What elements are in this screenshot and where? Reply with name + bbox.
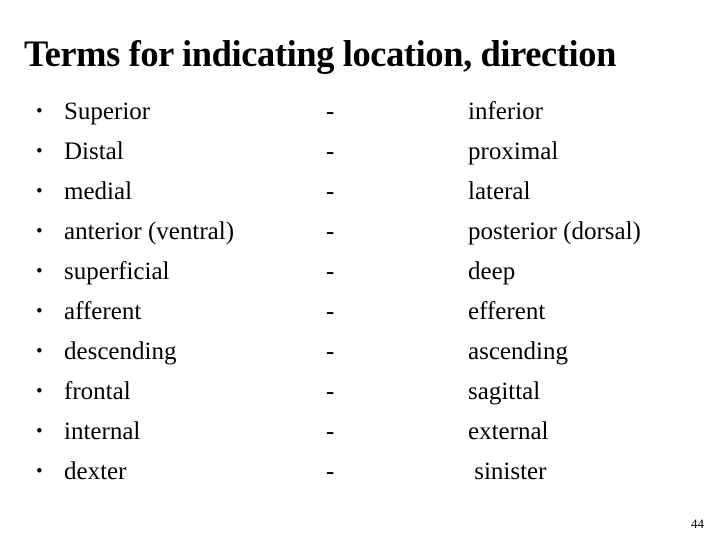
list-item: • dexter - sinister xyxy=(0,452,720,492)
list-item: • afferent - efferent xyxy=(0,292,720,332)
term-separator: - xyxy=(326,418,335,445)
list-item: • descending - ascending xyxy=(0,332,720,372)
bullet-icon: • xyxy=(36,381,43,402)
bullet-icon: • xyxy=(36,181,43,202)
term-left: frontal xyxy=(64,378,131,405)
page-number: 44 xyxy=(691,516,704,531)
term-separator: - xyxy=(326,298,335,325)
list-item: • internal - external xyxy=(0,412,720,452)
term-separator: - xyxy=(326,178,335,205)
list-item: • superficial - deep xyxy=(0,252,720,292)
list-item: • anterior (ventral) - posterior (dorsal) xyxy=(0,212,720,252)
term-separator: - xyxy=(326,218,335,245)
term-left: anterior (ventral) xyxy=(64,218,235,245)
term-left: afferent xyxy=(64,298,142,325)
term-separator: - xyxy=(326,458,335,485)
term-right: lateral xyxy=(468,178,531,205)
term-separator: - xyxy=(326,338,335,365)
term-right: efferent xyxy=(468,298,546,325)
term-separator: - xyxy=(326,378,335,405)
bullet-icon: • xyxy=(36,341,43,362)
term-left: Distal xyxy=(64,138,124,165)
list-item: • Superior - inferior xyxy=(0,92,720,132)
term-right: external xyxy=(468,418,549,445)
term-left: Superior xyxy=(64,98,151,125)
term-right: inferior xyxy=(468,98,543,125)
bullet-icon: • xyxy=(36,261,43,282)
term-right: posterior (dorsal) xyxy=(468,218,641,245)
list-item: • frontal - sagittal xyxy=(0,372,720,412)
list-item: • medial - lateral xyxy=(0,172,720,212)
term-left: superficial xyxy=(64,258,170,285)
slide-canvas: Terms for indicating location, direction… xyxy=(0,0,720,540)
term-pairs-list: • Superior - inferior • Distal - proximal • media… xyxy=(0,92,720,492)
term-left: internal xyxy=(64,418,141,445)
term-right: ascending xyxy=(468,338,568,365)
term-right: proximal xyxy=(468,138,559,165)
term-right: deep xyxy=(468,258,516,285)
bullet-icon: • xyxy=(36,101,43,122)
term-left: descending xyxy=(64,338,177,365)
term-separator: - xyxy=(326,138,335,165)
list-item: • Distal - proximal xyxy=(0,132,720,172)
bullet-icon: • xyxy=(36,141,43,162)
term-right: sinister xyxy=(468,458,547,485)
term-left: dexter xyxy=(64,458,127,485)
page-title: Terms for indicating location, direction xyxy=(24,33,617,75)
term-separator: - xyxy=(326,98,335,125)
bullet-icon: • xyxy=(36,221,43,242)
bullet-icon: • xyxy=(36,301,43,322)
bullet-icon: • xyxy=(36,421,43,442)
term-left: medial xyxy=(64,178,133,205)
term-separator: - xyxy=(326,258,335,285)
bullet-icon: • xyxy=(36,461,43,482)
term-right: sagittal xyxy=(468,378,541,405)
